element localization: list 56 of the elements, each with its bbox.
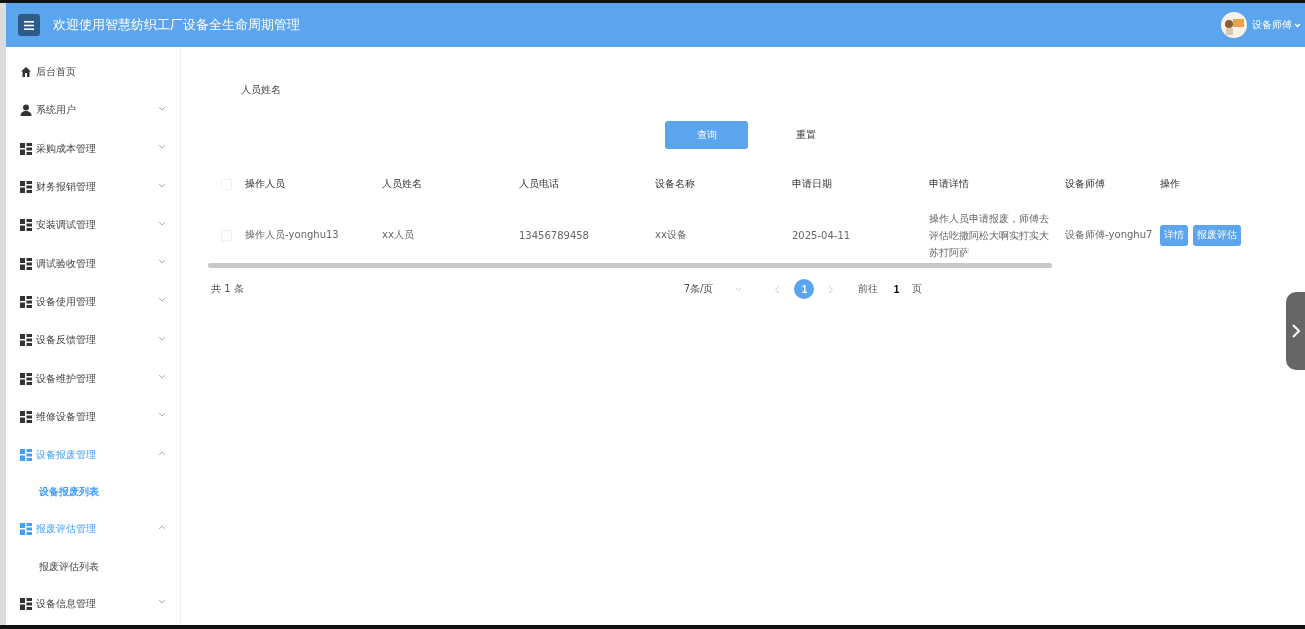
column-header: 操作人员 xyxy=(245,178,285,189)
sidebar-item[interactable]: 设备使用管理 xyxy=(6,282,180,322)
column-header: 设备师傅 xyxy=(1065,178,1105,189)
column-header: 操作 xyxy=(1160,178,1180,189)
sidebar-item[interactable]: 调试验收管理 xyxy=(6,244,180,283)
chevron-down-icon xyxy=(1294,22,1301,28)
grid-icon xyxy=(20,449,32,462)
table-cell-text: 操作人员申请报废，师傅去评估吃撒阿松大啊实打实大苏打阿萨 xyxy=(929,211,1050,260)
grid-icon xyxy=(20,142,32,155)
grid-icon xyxy=(20,523,32,536)
menu-icon xyxy=(24,20,34,30)
grid-icon xyxy=(20,257,32,270)
grid-icon xyxy=(20,410,32,423)
sidebar-item[interactable]: 设备信息管理 xyxy=(6,584,180,623)
column-header: 申请详情 xyxy=(929,178,969,189)
sidebar-item[interactable]: 安装调试管理 xyxy=(6,206,180,245)
page-suffix: 页 xyxy=(912,282,923,296)
sidebar-item[interactable]: 系统用户 xyxy=(6,91,180,130)
table-cell: 2025-04-11 xyxy=(792,229,851,241)
menu-button[interactable] xyxy=(18,14,40,36)
next-page-icon[interactable] xyxy=(828,284,835,294)
sidebar-item[interactable]: 采购成本管理 xyxy=(6,129,180,168)
expand-tab[interactable] xyxy=(1286,292,1305,370)
sidebar-item[interactable]: 财务报销管理 xyxy=(6,167,180,207)
chevron-down-icon xyxy=(735,286,743,292)
user-icon xyxy=(20,104,32,117)
sidebar-item[interactable]: 设备维护管理 xyxy=(6,359,180,398)
table-cell: 操作人员-yonghu13 xyxy=(245,229,339,240)
grid-icon xyxy=(20,295,32,308)
grid-icon xyxy=(20,219,32,232)
column-header: 设备名称 xyxy=(655,178,695,189)
sidebar-item[interactable]: 设备反馈管理 xyxy=(6,321,180,360)
column-header: 人员电话 xyxy=(519,178,559,189)
column-header: 申请日期 xyxy=(792,178,832,189)
total-count: 共 1 条 xyxy=(211,282,244,296)
page-size-select[interactable]: 7条/页 xyxy=(683,282,743,296)
column-header: 人员姓名 xyxy=(382,178,422,189)
table-cell: xx人员 xyxy=(382,229,414,240)
goto-label: 前往 xyxy=(858,282,879,296)
home-icon xyxy=(20,66,32,79)
avatar-icon xyxy=(1221,12,1247,38)
grid-icon xyxy=(20,372,32,385)
sidebar-subitem[interactable]: 报废评估列表 xyxy=(6,548,180,585)
sidebar-item[interactable]: 维修设备管理 xyxy=(6,397,180,436)
prev-page-icon[interactable] xyxy=(774,284,781,294)
grid-icon xyxy=(20,181,32,194)
app-title: 欢迎使用智慧纺织工厂设备全生命周期管理 xyxy=(53,16,300,34)
grid-icon xyxy=(20,334,32,347)
chevron-right-icon xyxy=(1291,324,1300,338)
field-label: 人员姓名 xyxy=(241,83,281,97)
table-cell: xx设备 xyxy=(655,229,687,240)
grid-icon xyxy=(20,597,32,610)
table-cell: 13456789458 xyxy=(519,229,589,241)
scrollbar[interactable] xyxy=(208,263,1052,268)
table-cell: 设备师傅-yonghu7 xyxy=(1065,229,1153,240)
sidebar-item[interactable]: 后台首页 xyxy=(6,53,180,92)
